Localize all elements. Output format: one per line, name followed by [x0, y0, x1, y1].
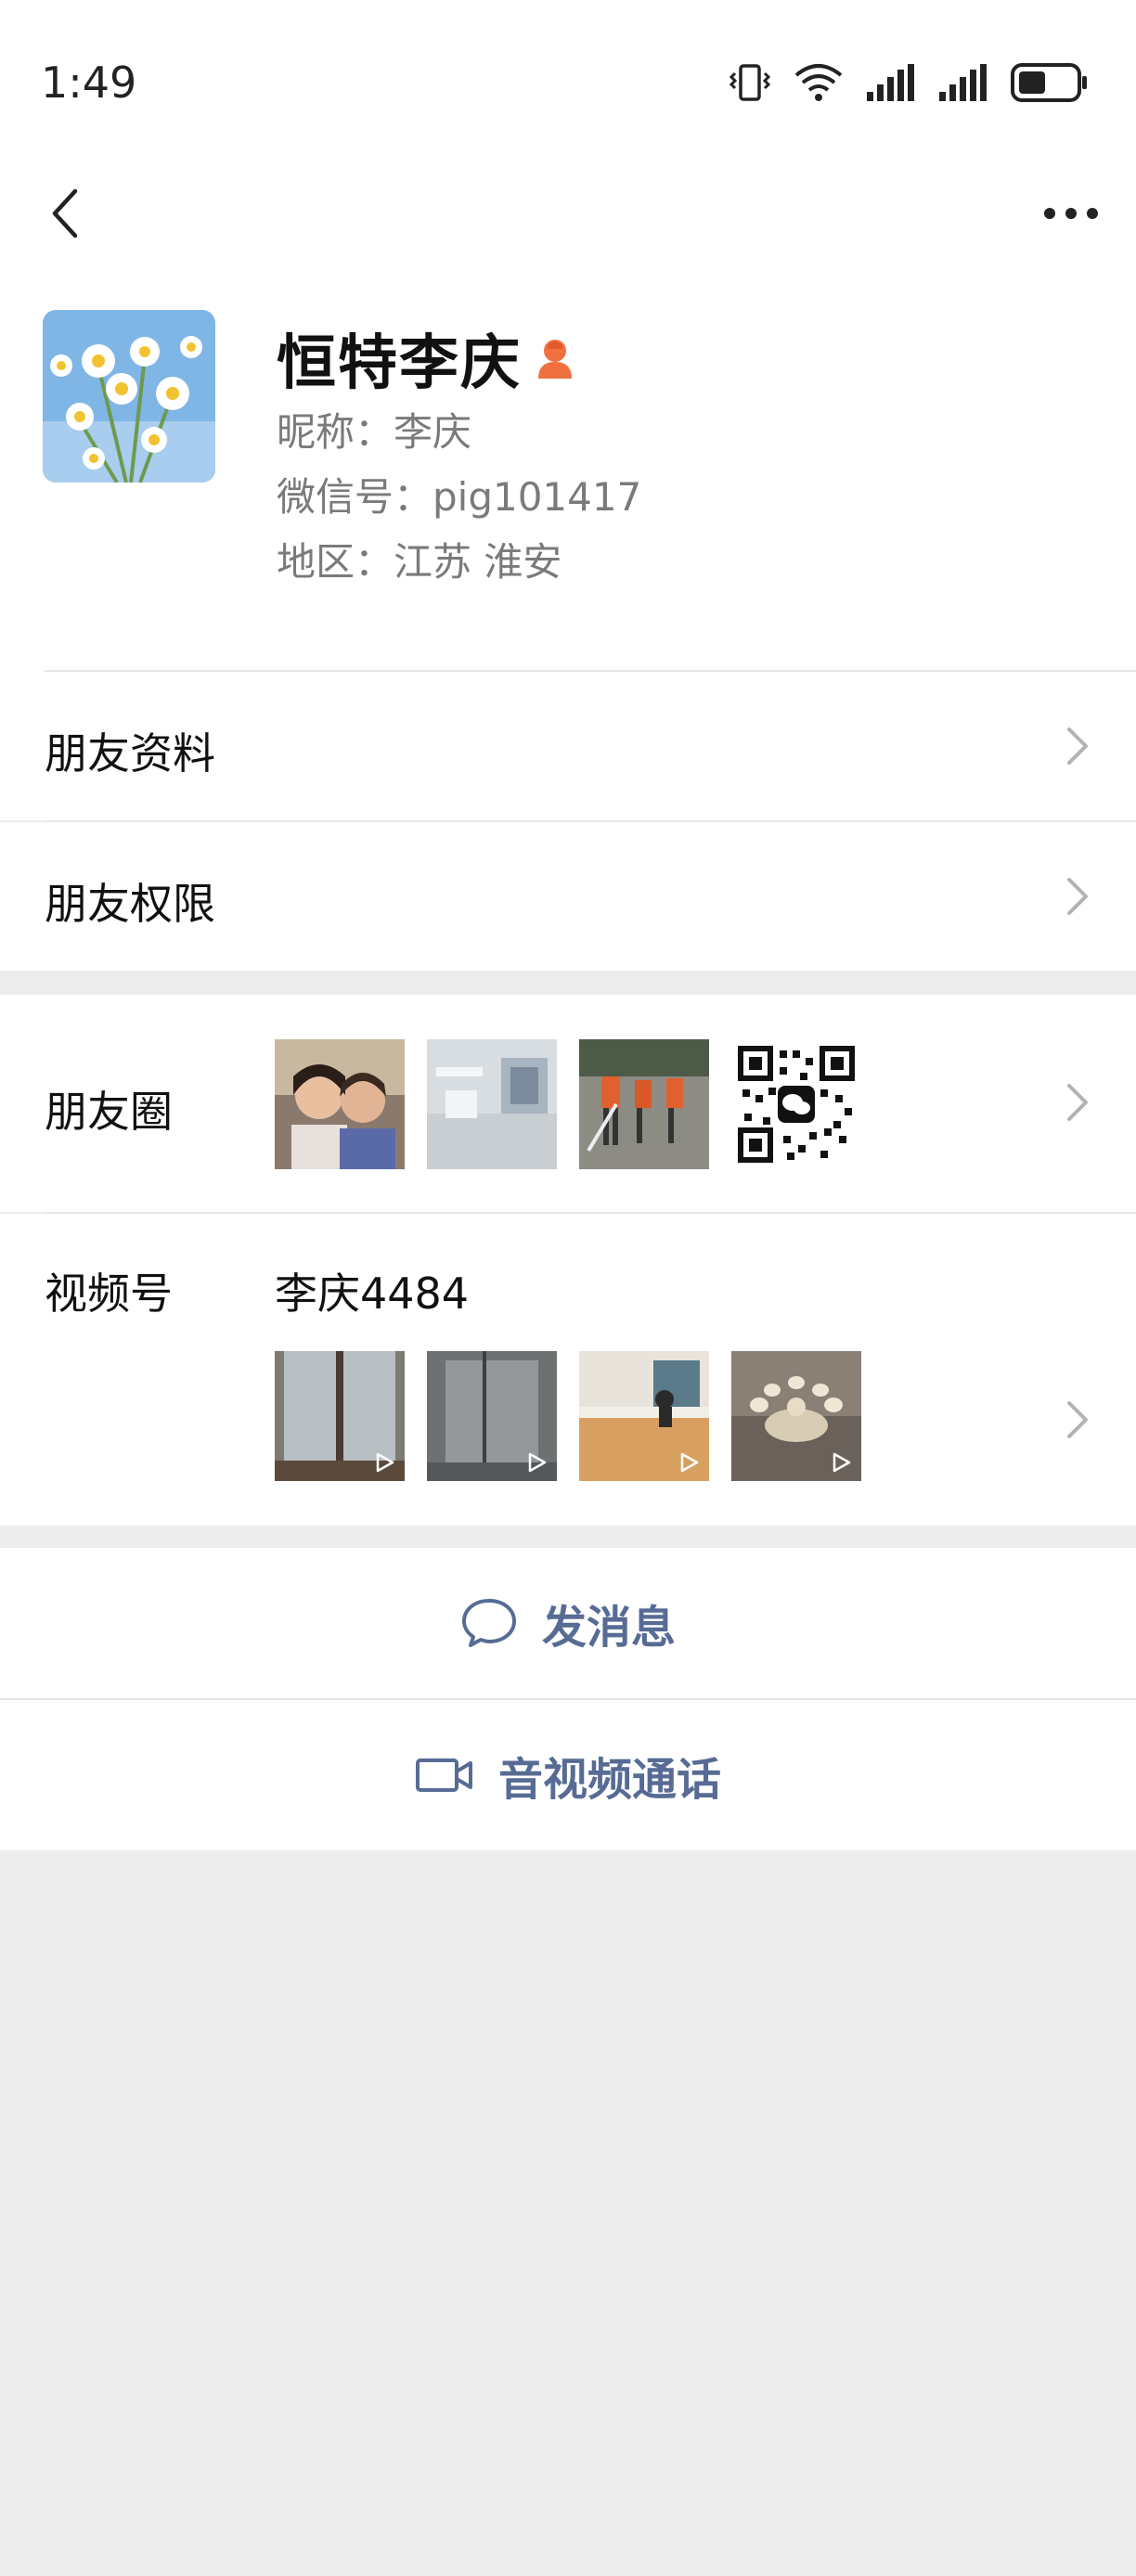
signal-icon-2 [939, 64, 987, 101]
moments-thumb-workers [579, 1039, 709, 1169]
video-camera-icon [415, 1758, 472, 1792]
profile-header: 恒特李庆 昵称：李庆 微信号：pig101417 地区：江苏 淮安 [0, 278, 1136, 672]
chevron-left-icon [52, 188, 78, 238]
status-time: 1:49 [41, 58, 137, 108]
wechat-id: 微信号：pig101417 [277, 474, 642, 520]
channels-thumb-counter [579, 1351, 709, 1481]
status-bar: 1:49 [0, 0, 1136, 167]
channels-name: 李庆4484 [275, 1269, 470, 1319]
moments-thumb-qrcode [731, 1039, 861, 1169]
avatar[interactable] [43, 310, 215, 483]
chevron-right-icon [1067, 728, 1088, 765]
nav-bar [0, 167, 1136, 297]
play-icon [528, 1452, 547, 1473]
chevron-right-icon [1067, 1084, 1088, 1121]
name-row: 恒特李庆 [277, 316, 575, 401]
channels-thumb-shower [427, 1351, 557, 1481]
more-button[interactable] [1025, 176, 1117, 251]
friend-info-label: 朋友资料 [45, 728, 215, 779]
vibrate-icon [729, 64, 771, 101]
nickname: 昵称：李庆 [277, 409, 472, 455]
signal-icon [867, 64, 914, 101]
channels-thumb-chandelier [731, 1351, 861, 1481]
channels-row[interactable]: 视频号 李庆4484 [0, 1214, 1136, 1526]
friend-permissions-row[interactable]: 朋友权限 [0, 822, 1136, 971]
play-icon [680, 1452, 699, 1473]
female-badge-icon [538, 340, 572, 379]
more-dots-icon [1044, 208, 1098, 219]
chat-bubble-icon [461, 1599, 516, 1647]
moments-label: 朋友圈 [45, 1087, 173, 1137]
channels-label: 视频号 [45, 1269, 173, 1319]
moments-row[interactable]: 朋友圈 [0, 995, 1136, 1212]
moments-thumb-selfie [275, 1039, 405, 1169]
play-icon [833, 1452, 851, 1473]
channels-thumb-window [275, 1351, 405, 1481]
profile-name: 恒特李庆 [277, 329, 522, 398]
video-call-label: 音视频通话 [497, 1754, 721, 1806]
send-message-label: 发消息 [541, 1602, 676, 1654]
friend-permissions-label: 朋友权限 [45, 879, 215, 929]
daisy-avatar-image [43, 310, 215, 483]
video-call-button[interactable]: 音视频通话 [0, 1700, 1136, 1850]
chevron-right-icon [1067, 1401, 1088, 1438]
play-icon [376, 1452, 394, 1473]
region: 地区：江苏 淮安 [277, 539, 562, 585]
battery-icon [1011, 63, 1087, 102]
status-icons [728, 59, 1090, 106]
back-button[interactable] [28, 176, 102, 251]
moments-thumb-office [427, 1039, 557, 1169]
friend-info-row[interactable]: 朋友资料 [0, 672, 1136, 820]
send-message-button[interactable]: 发消息 [0, 1548, 1136, 1698]
chevron-right-icon [1067, 878, 1088, 915]
wifi-icon [794, 64, 843, 101]
